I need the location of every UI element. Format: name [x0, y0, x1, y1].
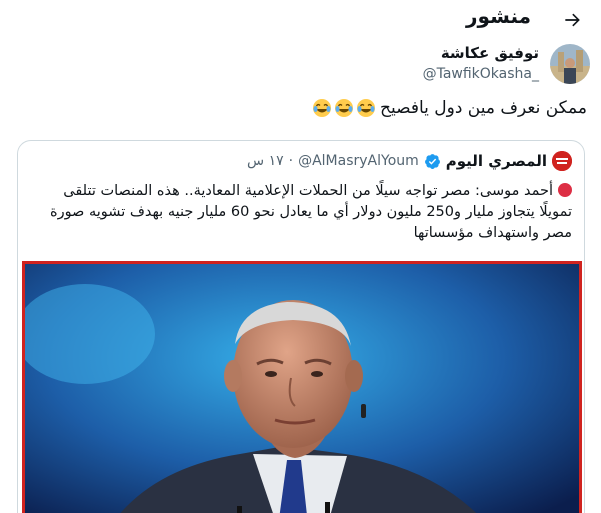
author-handle[interactable]: @TawfikOkasha_ — [423, 66, 539, 82]
avatar[interactable] — [550, 44, 590, 84]
quote-avatar[interactable] — [552, 151, 572, 171]
tweet-author[interactable]: توفيق عكاشة @TawfikOkasha_ — [0, 40, 601, 90]
quote-author-name[interactable]: المصري اليوم — [446, 152, 547, 170]
quote-text: أحمد موسى: مصر تواجه سيلًا من الحملات ال… — [49, 183, 572, 241]
verified-badge-icon — [424, 153, 440, 169]
quote-body: أحمد موسى: مصر تواجه سيلًا من الحملات ال… — [34, 181, 572, 244]
arrow-right-icon — [565, 13, 580, 27]
quote-media-image[interactable] — [22, 261, 582, 513]
quote-timestamp[interactable]: ١٧ س — [247, 153, 284, 169]
red-circle-icon — [558, 183, 572, 197]
post-header: منشور — [0, 0, 601, 38]
laughing-emoji-icon — [312, 99, 331, 117]
quote-author-handle[interactable]: @AlMasryAlYoum — [298, 153, 419, 169]
quote-header: المصري اليوم @AlMasryAlYoum · ١٧ س — [247, 151, 572, 171]
author-name[interactable]: توفيق عكاشة — [441, 44, 539, 62]
laughing-emoji-icon — [334, 99, 353, 117]
man-portrait-image — [25, 264, 579, 513]
laughing-emoji-icon — [356, 99, 375, 117]
page-title: منشور — [466, 4, 531, 28]
separator-dot: · — [288, 153, 294, 169]
emoji-group — [312, 98, 376, 118]
tweet-text: ممكن نعرف مين دول يافصيح — [312, 98, 587, 118]
back-button[interactable] — [555, 3, 589, 37]
tweet-body: ممكن نعرف مين دول يافصيح — [379, 98, 587, 118]
almasry-alyoum-logo-icon — [552, 151, 572, 171]
quoted-tweet[interactable]: المصري اليوم @AlMasryAlYoum · ١٧ س أحمد … — [17, 140, 585, 513]
